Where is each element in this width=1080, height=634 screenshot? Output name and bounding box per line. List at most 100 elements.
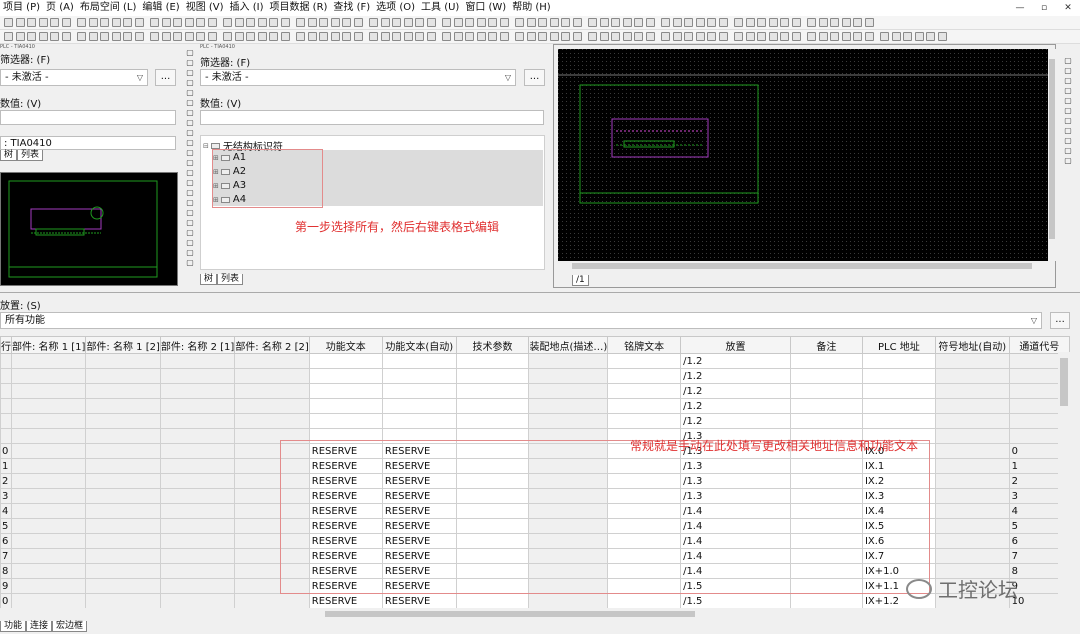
toolbar-tool-icon[interactable] bbox=[380, 18, 390, 27]
toolbar-tool-icon[interactable] bbox=[403, 32, 413, 41]
table-cell[interactable] bbox=[308, 353, 383, 369]
toolbar-tool-icon[interactable] bbox=[611, 18, 620, 27]
table-cell[interactable] bbox=[85, 368, 161, 384]
table-cell[interactable] bbox=[10, 383, 87, 399]
toolbar-tool-icon[interactable] bbox=[15, 18, 25, 27]
table-cell[interactable]: 0 bbox=[0, 593, 12, 608]
table-cell[interactable] bbox=[934, 413, 1010, 429]
column-header[interactable]: 功能文本 bbox=[308, 336, 383, 354]
toolbar-tool-icon[interactable] bbox=[549, 32, 559, 41]
table-cell[interactable] bbox=[159, 548, 236, 564]
toolbar-tool-icon[interactable] bbox=[588, 32, 597, 41]
toolbar-tool-icon[interactable] bbox=[296, 32, 305, 41]
table-cell[interactable]: 8 bbox=[0, 563, 12, 579]
toolbar-tool-icon[interactable] bbox=[50, 32, 59, 41]
table-cell[interactable] bbox=[234, 368, 310, 384]
table-cell[interactable] bbox=[159, 458, 236, 474]
mid-filter-select[interactable]: - 未激活 - ▽ bbox=[200, 69, 516, 86]
toolbar-tool-icon[interactable] bbox=[134, 32, 144, 41]
table-cell[interactable]: 2 bbox=[0, 473, 12, 489]
table-cell[interactable] bbox=[528, 593, 609, 608]
toolbar-tool-icon[interactable] bbox=[538, 18, 547, 27]
table-row[interactable]: /1.2 bbox=[0, 398, 1070, 414]
column-header[interactable]: 部件: 名称 1 [2] bbox=[85, 336, 161, 354]
table-cell[interactable] bbox=[934, 458, 1010, 474]
toolbar-tool-icon[interactable] bbox=[269, 18, 278, 27]
table-cell[interactable] bbox=[607, 353, 682, 369]
toolbar-tool-icon[interactable] bbox=[100, 18, 109, 27]
toolbar-tool-icon[interactable] bbox=[599, 32, 609, 41]
table-cell[interactable]: 0 bbox=[0, 443, 12, 459]
table-cell[interactable] bbox=[934, 428, 1010, 444]
table-cell[interactable] bbox=[159, 353, 236, 369]
toolbar-tool-icon[interactable] bbox=[4, 32, 13, 41]
toolbar-tool-icon[interactable] bbox=[296, 18, 305, 27]
toolbar-tool-icon[interactable] bbox=[572, 18, 582, 27]
table-scroll-thumb[interactable] bbox=[1060, 358, 1068, 406]
toolbar-tool-icon[interactable] bbox=[661, 18, 670, 27]
toolbar-tool-icon[interactable] bbox=[184, 32, 194, 41]
toolbar-tool-icon[interactable] bbox=[768, 18, 778, 27]
function-filter-more-button[interactable]: ... bbox=[1050, 312, 1070, 329]
table-cell[interactable] bbox=[10, 398, 87, 414]
table-cell[interactable] bbox=[10, 368, 87, 384]
table-cell[interactable] bbox=[789, 353, 863, 369]
toolbar-tool-icon[interactable] bbox=[561, 32, 570, 41]
table-hscroll-thumb[interactable] bbox=[325, 611, 695, 617]
table-cell[interactable]: /1.2 bbox=[680, 398, 791, 414]
table-cell[interactable] bbox=[607, 398, 682, 414]
drawing-tool-icon[interactable]: ▢ bbox=[1063, 86, 1073, 96]
table-cell[interactable] bbox=[0, 398, 12, 414]
toolbar-tool-icon[interactable] bbox=[392, 32, 401, 41]
table-cell[interactable] bbox=[789, 398, 863, 414]
table-cell[interactable] bbox=[10, 563, 87, 579]
table-cell[interactable] bbox=[934, 518, 1010, 534]
toolbar-tool-icon[interactable] bbox=[572, 32, 582, 41]
toolbar-tool-icon[interactable] bbox=[707, 18, 716, 27]
table-cell[interactable] bbox=[861, 413, 936, 429]
toolbar-tool-icon[interactable] bbox=[123, 18, 132, 27]
toolbar-tool-icon[interactable] bbox=[526, 32, 536, 41]
toolbar-tool-icon[interactable] bbox=[465, 18, 474, 27]
toolbar-tool-icon[interactable] bbox=[15, 32, 25, 41]
toolbar-tool-icon[interactable] bbox=[123, 32, 132, 41]
toolbar-tool-icon[interactable] bbox=[88, 32, 98, 41]
table-cell[interactable] bbox=[159, 533, 236, 549]
toolbar-tool-icon[interactable] bbox=[403, 18, 413, 27]
drawing-tool-icon[interactable]: ▢ bbox=[185, 108, 195, 118]
toolbar-tool-icon[interactable] bbox=[718, 32, 728, 41]
table-cell[interactable] bbox=[159, 503, 236, 519]
toolbar-tool-icon[interactable] bbox=[207, 18, 217, 27]
table-cell[interactable] bbox=[455, 398, 530, 414]
toolbar-tool-icon[interactable] bbox=[196, 32, 205, 41]
toolbar-tool-icon[interactable] bbox=[791, 18, 801, 27]
column-header[interactable]: 功能文本(自动) bbox=[381, 336, 457, 354]
table-cell[interactable] bbox=[85, 428, 161, 444]
table-cell[interactable] bbox=[159, 563, 236, 579]
table-cell[interactable] bbox=[85, 413, 161, 429]
column-header[interactable]: 装配地点(描述…) bbox=[528, 336, 609, 354]
drawing-tool-icon[interactable]: ▢ bbox=[185, 218, 195, 228]
table-cell[interactable] bbox=[159, 578, 236, 594]
toolbar-tool-icon[interactable] bbox=[599, 18, 609, 27]
table-cell[interactable] bbox=[861, 353, 936, 369]
table-cell[interactable] bbox=[10, 443, 87, 459]
toolbar-tool-icon[interactable] bbox=[672, 18, 682, 27]
table-cell[interactable] bbox=[234, 353, 310, 369]
menu-item[interactable]: 布局空间 (L) bbox=[77, 0, 140, 16]
toolbar-tool-icon[interactable] bbox=[634, 18, 643, 27]
column-header[interactable]: 部件: 名称 1 [1] bbox=[10, 336, 87, 354]
toolbar-tool-icon[interactable] bbox=[223, 18, 232, 27]
toolbar-tool-icon[interactable] bbox=[330, 18, 340, 27]
toolbar-tool-icon[interactable] bbox=[684, 32, 693, 41]
drawing-tool-icon[interactable]: ▢ bbox=[1063, 116, 1073, 126]
toolbar-tool-icon[interactable] bbox=[841, 18, 851, 27]
table-cell[interactable] bbox=[934, 368, 1010, 384]
toolbar-tool-icon[interactable] bbox=[645, 18, 655, 27]
toolbar-tool-icon[interactable] bbox=[645, 32, 655, 41]
table-row[interactable]: /1.2 bbox=[0, 413, 1070, 429]
toolbar-tool-icon[interactable] bbox=[768, 32, 778, 41]
drawing-tool-icon[interactable]: ▢ bbox=[1063, 156, 1073, 166]
table-cell[interactable]: /1.2 bbox=[680, 383, 791, 399]
toolbar-tool-icon[interactable] bbox=[864, 32, 874, 41]
